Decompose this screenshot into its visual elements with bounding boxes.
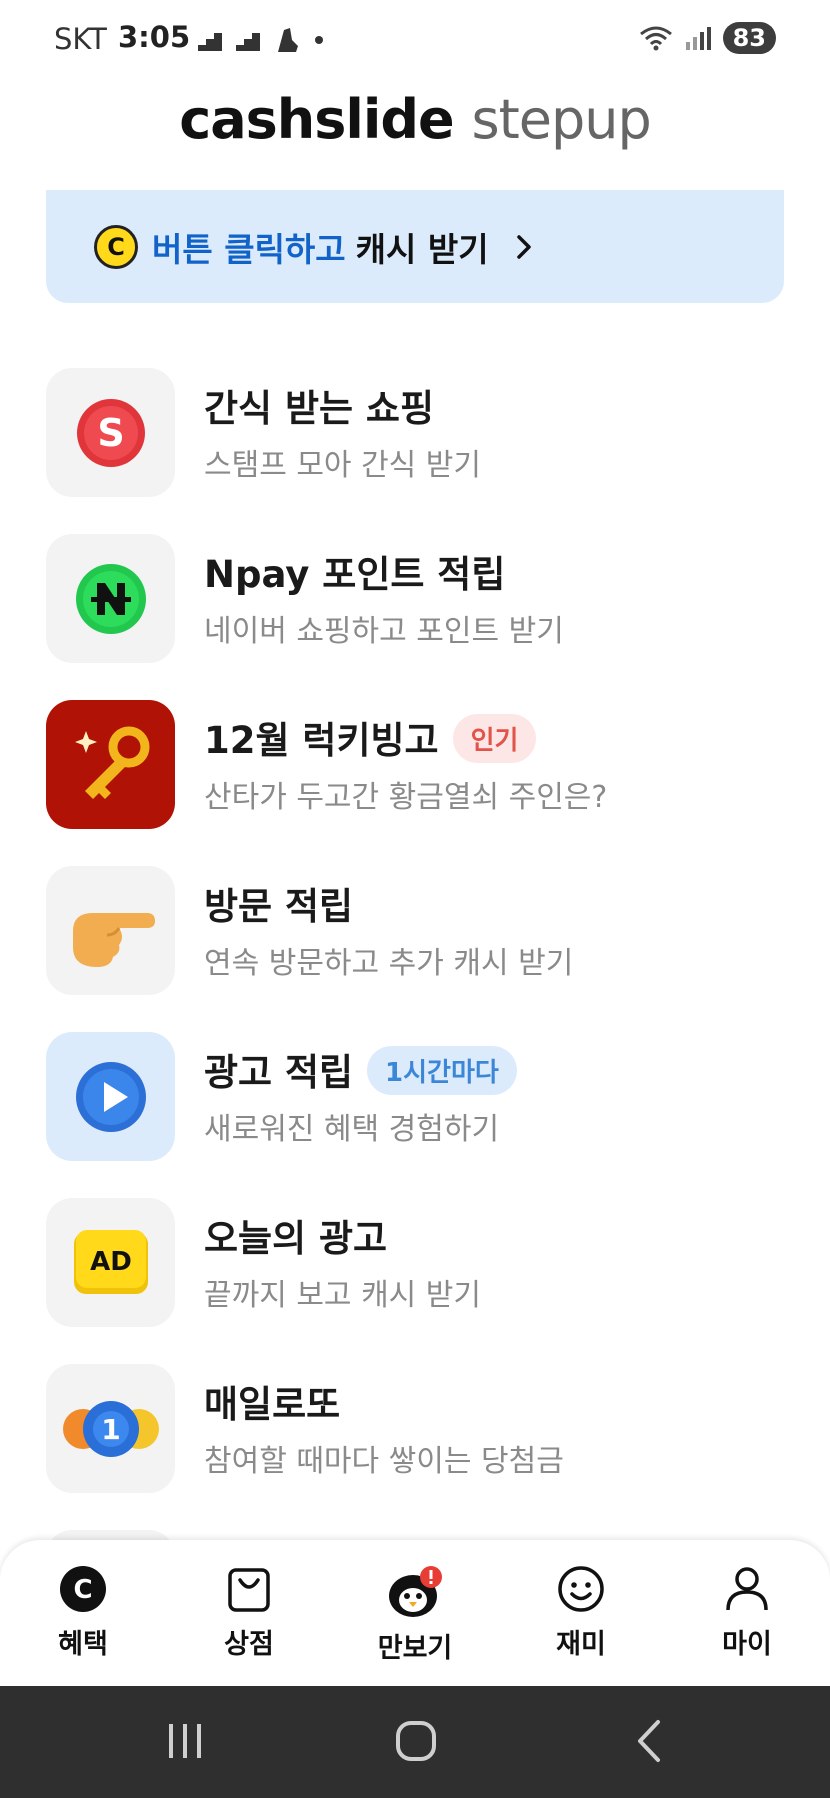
golden-key-icon (74, 726, 149, 799)
shoe-icon (278, 28, 298, 52)
item-subtitle: 참여할 때마다 쌓이는 당첨금 (204, 1444, 564, 1479)
svg-text:1: 1 (101, 1413, 120, 1446)
chevron-right-icon (516, 234, 531, 259)
item-subtitle: 네이버 쇼핑하고 포인트 받기 (204, 614, 564, 649)
list-item-ad-reward[interactable]: 광고 적립 1시간마다 새로워진 혜택 경험하기 (46, 1032, 784, 1198)
notification-icons (198, 26, 324, 54)
item-tile (46, 1032, 175, 1161)
tab-label: 혜택 (58, 1629, 108, 1660)
logo-word-cashslide: cashslide (179, 88, 454, 151)
item-tile (46, 534, 175, 663)
item-subtitle: 연속 방문하고 추가 캐시 받기 (204, 946, 574, 981)
item-title: 오늘의 광고 (204, 1217, 388, 1260)
stairs-icon (236, 33, 260, 51)
item-subtitle: 새로워진 혜택 경험하기 (204, 1112, 500, 1147)
item-title: 광고 적립 (204, 1051, 354, 1094)
item-tile: AD (46, 1198, 175, 1327)
banner-text: 캐시 받기 (355, 229, 489, 269)
list-item-visit-reward[interactable]: 방문 적립 연속 방문하고 추가 캐시 받기 (46, 866, 784, 1032)
recent-apps-icon[interactable] (155, 1716, 215, 1766)
tab-fun[interactable]: 재미 (526, 1564, 636, 1661)
system-nav-bar (0, 1686, 830, 1798)
item-tile: S (46, 368, 175, 497)
svg-text:AD: AD (90, 1247, 132, 1277)
lotto-ball-icon: 1 (62, 1400, 159, 1457)
play-button-icon (75, 1061, 146, 1132)
smile-icon (558, 1566, 604, 1612)
item-title: 매일로또 (204, 1383, 341, 1426)
tab-label: 상점 (224, 1629, 274, 1660)
cash-coin-icon: C (60, 1566, 106, 1612)
app-logo: cashslide stepup (0, 88, 830, 151)
benefit-list: S 간식 받는 쇼핑 스탬프 모아 간식 받기 Npay 포인트 적립 네이버 … (46, 368, 784, 1696)
cash-button-banner[interactable]: C 버튼 클릭하고 캐시 받기 (46, 190, 784, 303)
item-tile (46, 700, 175, 829)
list-item-npay[interactable]: Npay 포인트 적립 네이버 쇼핑하고 포인트 받기 (46, 534, 784, 700)
svg-text:S: S (97, 411, 124, 455)
tab-my[interactable]: 마이 (692, 1564, 802, 1661)
item-subtitle: 끝까지 보고 캐시 받기 (204, 1278, 482, 1313)
penguin-icon (389, 1566, 442, 1617)
item-subtitle: 스탬프 모아 간식 받기 (204, 448, 482, 483)
list-item-lucky-bingo[interactable]: 12월 럭키빙고 인기 산타가 두고간 황금열쇠 주인은? (46, 700, 784, 866)
clock: 3:05 (118, 20, 191, 54)
item-title: Npay 포인트 적립 (204, 553, 506, 596)
tab-shop[interactable]: 상점 (194, 1564, 304, 1661)
back-icon[interactable] (620, 1716, 680, 1766)
carrier-label: SKT (54, 22, 107, 56)
tab-benefits[interactable]: C 혜택 (28, 1564, 138, 1661)
popular-badge: 인기 (452, 714, 537, 763)
list-item-today-ad[interactable]: AD 오늘의 광고 끝까지 보고 캐시 받기 (46, 1198, 784, 1364)
npay-icon (75, 563, 146, 634)
battery-indicator: 83 (722, 22, 776, 54)
item-title: 간식 받는 쇼핑 (204, 387, 435, 430)
item-tile: 1 (46, 1364, 175, 1493)
stairs-icon (198, 33, 222, 51)
home-icon[interactable] (386, 1716, 446, 1766)
cash-coin-icon: C (94, 224, 138, 269)
bottom-tab-bar: C 혜택 상점 만보기 재미 마이 (0, 1540, 830, 1686)
list-item-daily-lotto[interactable]: 1 매일로또 참여할 때마다 쌓이는 당첨금 (46, 1364, 784, 1530)
list-item-snack-shopping[interactable]: S 간식 받는 쇼핑 스탬프 모아 간식 받기 (46, 368, 784, 534)
tab-label: 만보기 (377, 1633, 453, 1664)
pointing-hand-icon (72, 912, 155, 967)
hourly-badge: 1시간마다 (367, 1046, 517, 1095)
status-bar: SKT 3:05 83 (0, 0, 830, 80)
person-icon (726, 1567, 768, 1611)
banner-highlight: 버튼 클릭하고 (152, 229, 346, 269)
signal-icon (685, 27, 711, 50)
s-coin-icon: S (76, 398, 145, 467)
tab-label: 재미 (556, 1629, 606, 1660)
tab-pedometer[interactable]: 만보기 (360, 1564, 470, 1665)
logo-word-stepup: stepup (471, 88, 651, 151)
item-subtitle: 산타가 두고간 황금열쇠 주인은? (204, 780, 608, 815)
tab-label: 마이 (722, 1629, 772, 1660)
wifi-icon (639, 26, 672, 51)
svg-text:C: C (73, 1575, 92, 1605)
item-title: 12월 럭키빙고 (204, 719, 439, 762)
item-tile (46, 866, 175, 995)
ad-icon: AD (73, 1229, 148, 1294)
item-title: 방문 적립 (204, 885, 354, 928)
dot-icon (315, 36, 323, 44)
shopping-bag-icon (228, 1568, 270, 1612)
